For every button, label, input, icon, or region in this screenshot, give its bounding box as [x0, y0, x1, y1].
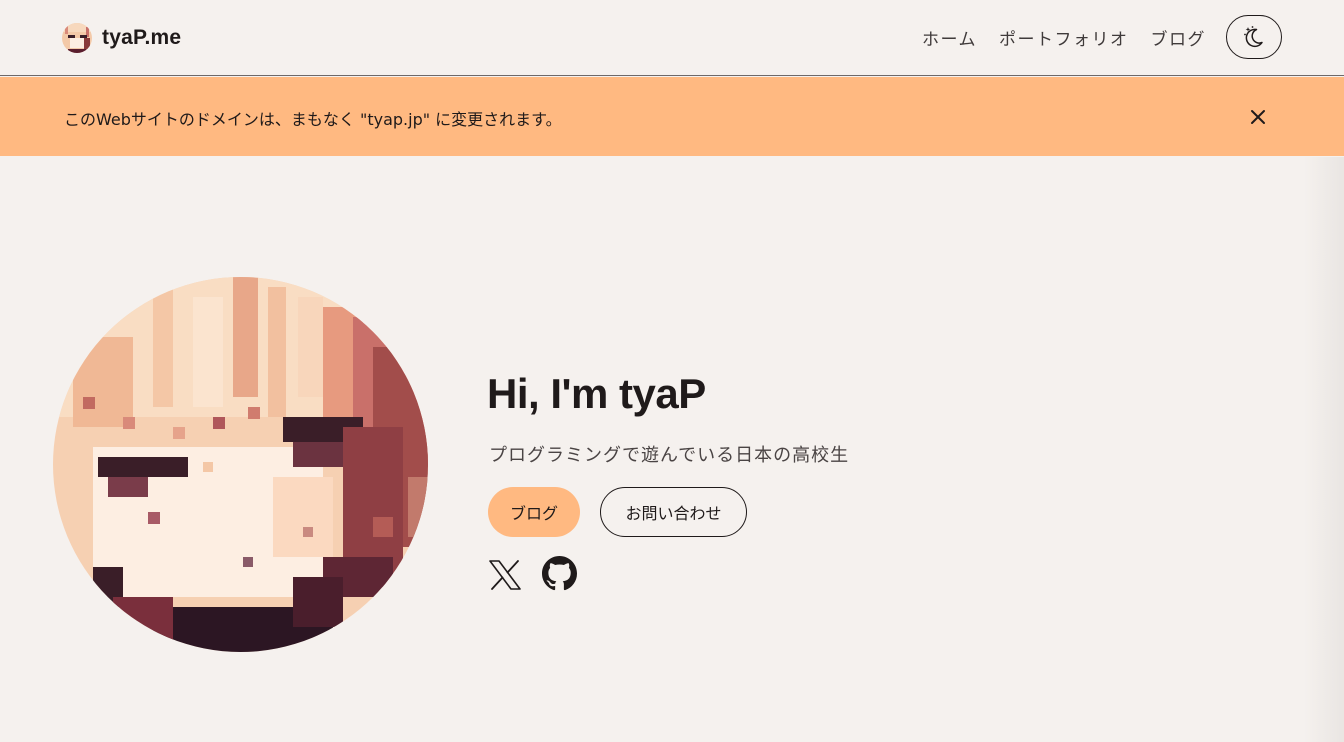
contact-button[interactable]: お問い合わせ — [600, 487, 747, 537]
close-icon — [1251, 110, 1265, 124]
hero-subtitle: プログラミングで遊んでいる日本の高校生 — [489, 445, 850, 466]
banner-close-button[interactable] — [1248, 107, 1268, 127]
profile-avatar — [53, 277, 428, 652]
github-icon — [542, 556, 577, 591]
brand-link[interactable]: tyaP.me — [62, 21, 181, 55]
site-header: tyaP.me ホーム ポートフォリオ ブログ — [0, 0, 1344, 76]
nav-blog[interactable]: ブログ — [1151, 25, 1207, 50]
page: tyaP.me ホーム ポートフォリオ ブログ このWebサイトのドメインは、ま… — [0, 0, 1344, 742]
brand-logo-icon — [62, 23, 92, 53]
nav-portfolio[interactable]: ポートフォリオ — [999, 25, 1129, 50]
x-icon — [489, 560, 521, 590]
hero-title: Hi, I'm tyaP — [487, 370, 706, 417]
github-link[interactable] — [542, 556, 577, 591]
blog-button[interactable]: ブログ — [488, 487, 580, 537]
x-link[interactable] — [488, 558, 522, 592]
banner-message: このWebサイトのドメインは、まもなく "tyap.jp" に変更されます。 — [64, 110, 562, 129]
scroll-shade — [1304, 157, 1344, 742]
nav-home[interactable]: ホーム — [922, 25, 977, 50]
theme-toggle-button[interactable] — [1226, 15, 1282, 59]
moon-stars-icon — [1244, 26, 1263, 48]
domain-change-banner: このWebサイトのドメインは、まもなく "tyap.jp" に変更されます。 — [0, 77, 1344, 156]
brand-name: tyaP.me — [102, 26, 182, 49]
main-nav: ホーム ポートフォリオ ブログ — [922, 14, 1282, 60]
